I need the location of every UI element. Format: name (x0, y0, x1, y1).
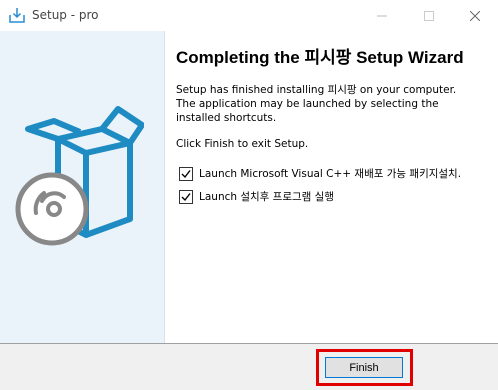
exit-instruction: Click Finish to exit Setup. (176, 138, 309, 150)
launch-vcredist-label: Launch Microsoft Visual C++ 재배포 가능 패키지설치… (199, 168, 462, 180)
finish-message: Setup has finished installing 피시팡 on you… (176, 84, 457, 124)
checkmark-icon (181, 192, 191, 201)
checkmark-icon (181, 169, 191, 178)
minimize-icon[interactable] (359, 0, 405, 31)
title-bar: Setup - pro (0, 0, 498, 31)
launch-program-option[interactable]: Launch 설치후 프로그램 실행 (179, 189, 334, 204)
launch-vcredist-checkbox[interactable] (179, 166, 193, 181)
software-box-icon (15, 106, 144, 246)
setup-installer-icon (8, 6, 26, 24)
maximize-icon[interactable] (406, 0, 452, 31)
window-title: Setup - pro (32, 8, 99, 22)
launch-program-label: Launch 설치후 프로그램 실행 (199, 191, 334, 203)
close-icon[interactable] (452, 0, 498, 31)
wizard-content: Completing the 피시팡 Setup Wizard Setup ha… (0, 31, 498, 343)
launch-vcredist-option[interactable]: Launch Microsoft Visual C++ 재배포 가능 패키지설치… (179, 166, 461, 181)
footer-divider (0, 343, 498, 344)
finish-button[interactable]: Finish (325, 357, 403, 378)
page-title: Completing the 피시팡 Setup Wizard (176, 48, 464, 67)
launch-program-checkbox[interactable] (179, 189, 193, 204)
wizard-side-panel (0, 31, 165, 343)
